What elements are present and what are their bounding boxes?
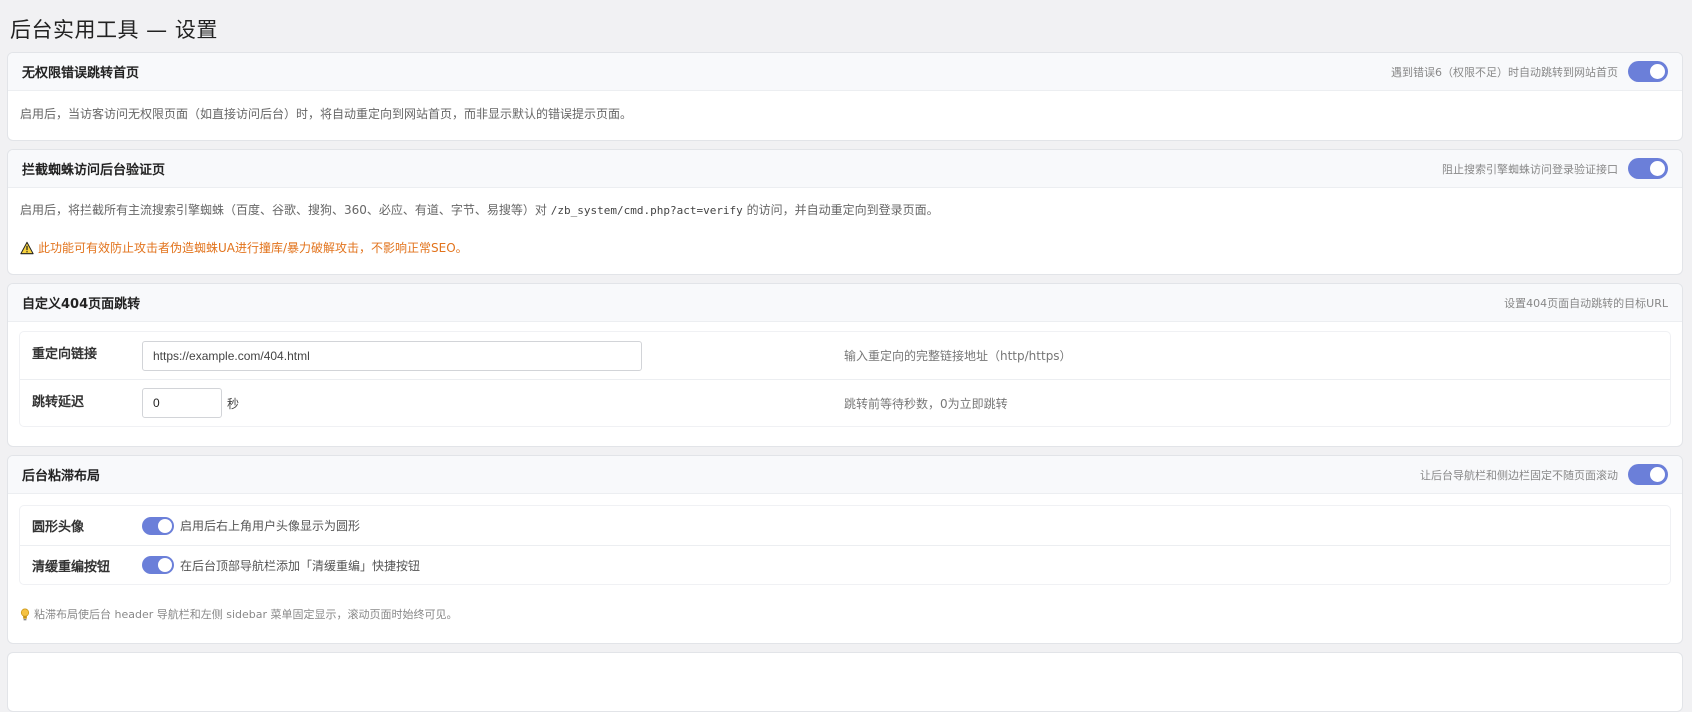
option-label: 圆形头像 bbox=[32, 520, 85, 535]
sticky-layout-toggle[interactable] bbox=[1628, 464, 1668, 485]
card-sticky-layout: 后台粘滞布局 让后台导航栏和侧边栏固定不随页面滚动 圆形头像 启用后右上角用户头… bbox=[7, 455, 1683, 644]
card-header: 拦截蜘蛛访问后台验证页 阻止搜索引擎蜘蛛访问登录验证接口 bbox=[8, 150, 1682, 188]
field-help: 输入重定向的完整链接地址（http/https） bbox=[844, 349, 1072, 363]
sticky-layout-tip: 粘滞布局使后台 header 导航栏和左侧 sidebar 菜单固定显示，滚动页… bbox=[20, 606, 1670, 622]
card-hint: 让后台导航栏和侧边栏固定不随页面滚动 bbox=[1420, 468, 1618, 482]
option-row-cache-button: 清缓重编按钮 在后台顶部导航栏添加「清缓重编」快捷按钮 bbox=[20, 546, 1670, 584]
redirect-delay-input[interactable] bbox=[142, 388, 222, 418]
field-label: 跳转延迟 bbox=[32, 394, 85, 410]
card-title: 自定义404页面跳转 bbox=[22, 297, 141, 312]
delay-unit: 秒 bbox=[227, 396, 240, 411]
card-title: 拦截蜘蛛访问后台验证页 bbox=[22, 163, 166, 178]
field-control: 秒 bbox=[142, 388, 844, 418]
noperm-redirect-toggle[interactable] bbox=[1628, 61, 1668, 82]
card-body: 启用后，当访客访问无权限页面（如直接访问后台）时，将自动重定向到网站首页，而非显… bbox=[8, 91, 1682, 136]
card-body: 重定向链接 输入重定向的完整链接地址（http/https） 跳转延迟 秒 跳转… bbox=[8, 322, 1682, 436]
card-body: 圆形头像 启用后右上角用户头像显示为圆形 清缓重编按钮 在后台顶部导航栏添加「清… bbox=[8, 494, 1682, 634]
card-header-right: 遇到错误6（权限不足）时自动跳转到网站首页 bbox=[1391, 61, 1668, 82]
form-row-delay: 跳转延迟 秒 跳转前等待秒数，0为立即跳转 bbox=[20, 380, 1670, 426]
option-row-round-avatar: 圆形头像 启用后右上角用户头像显示为圆形 bbox=[20, 506, 1670, 546]
round-avatar-toggle[interactable] bbox=[142, 516, 174, 535]
card-header-right: 阻止搜索引擎蜘蛛访问登录验证接口 bbox=[1442, 158, 1668, 179]
field-label: 重定向链接 bbox=[32, 347, 98, 362]
card-header-right: 设置404页面自动跳转的目标URL bbox=[1504, 295, 1668, 311]
option-description: 在后台顶部导航栏添加「清缓重编」快捷按钮 bbox=[180, 558, 421, 573]
card-hint: 设置404页面自动跳转的目标URL bbox=[1504, 296, 1668, 310]
page-title: 后台实用工具 — 设置 bbox=[10, 18, 218, 42]
warning-text: 此功能可有效防止攻击者伪造蜘蛛UA进行撞库/暴力破解攻击，不影响正常SEO。 bbox=[38, 241, 468, 255]
warning-icon bbox=[20, 241, 34, 254]
card-header: 无权限错误跳转首页 遇到错误6（权限不足）时自动跳转到网站首页 bbox=[8, 53, 1682, 91]
card-body: 启用后，将拦截所有主流搜索引擎蜘蛛（百度、谷歌、搜狗、360、必应、有道、字节、… bbox=[8, 188, 1682, 268]
card-title: 无权限错误跳转首页 bbox=[22, 66, 140, 81]
spider-block-toggle[interactable] bbox=[1628, 158, 1668, 179]
form-row-url: 重定向链接 输入重定向的完整链接地址（http/https） bbox=[20, 332, 1670, 380]
card-header-right: 让后台导航栏和侧边栏固定不随页面滚动 bbox=[1420, 464, 1668, 485]
card-noperm-redirect: 无权限错误跳转首页 遇到错误6（权限不足）时自动跳转到网站首页 启用后，当访客访… bbox=[7, 52, 1683, 141]
form-panel: 重定向链接 输入重定向的完整链接地址（http/https） 跳转延迟 秒 跳转… bbox=[20, 332, 1670, 426]
card-hint: 遇到错误6（权限不足）时自动跳转到网站首页 bbox=[1391, 65, 1618, 79]
option-control: 启用后右上角用户头像显示为圆形 bbox=[142, 516, 844, 535]
verify-endpoint-path: /zb_system/cmd.php?act=verify bbox=[550, 204, 743, 217]
option-label: 清缓重编按钮 bbox=[32, 559, 111, 575]
card-404-redirect: 自定义404页面跳转 设置404页面自动跳转的目标URL 重定向链接 输入重定向… bbox=[7, 283, 1683, 447]
redirect-url-input[interactable] bbox=[142, 340, 642, 371]
card-hint: 阻止搜索引擎蜘蛛访问登录验证接口 bbox=[1442, 162, 1618, 176]
card-next-partial bbox=[7, 652, 1683, 712]
card-header: 自定义404页面跳转 设置404页面自动跳转的目标URL bbox=[8, 284, 1682, 322]
card-spider-block: 拦截蜘蛛访问后台验证页 阻止搜索引擎蜘蛛访问登录验证接口 启用后，将拦截所有主流… bbox=[7, 149, 1683, 275]
card-title: 后台粘滞布局 bbox=[22, 469, 101, 484]
cache-rebuild-button-toggle[interactable] bbox=[142, 556, 174, 574]
desc-after: 的访问，并自动重定向到登录页面。 bbox=[746, 203, 939, 217]
lightbulb-icon bbox=[20, 608, 30, 620]
options-panel: 圆形头像 启用后右上角用户头像显示为圆形 清缓重编按钮 在后台顶部导航栏添加「清… bbox=[20, 506, 1670, 584]
field-help: 跳转前等待秒数，0为立即跳转 bbox=[844, 396, 1008, 411]
tip-text: 粘滞布局使后台 header 导航栏和左侧 sidebar 菜单固定显示，滚动页… bbox=[34, 608, 458, 621]
desc-before: 启用后，将拦截所有主流搜索引擎蜘蛛（百度、谷歌、搜狗、360、必应、有道、字节、… bbox=[20, 203, 547, 217]
field-control bbox=[142, 340, 844, 371]
option-control: 在后台顶部导航栏添加「清缓重编」快捷按钮 bbox=[142, 556, 844, 574]
card-description: 启用后，当访客访问无权限页面（如直接访问后台）时，将自动重定向到网站首页，而非显… bbox=[20, 107, 633, 121]
card-description: 启用后，将拦截所有主流搜索引擎蜘蛛（百度、谷歌、搜狗、360、必应、有道、字节、… bbox=[20, 200, 1670, 221]
card-header: 后台粘滞布局 让后台导航栏和侧边栏固定不随页面滚动 bbox=[8, 456, 1682, 494]
warning-message: 此功能可有效防止攻击者伪造蜘蛛UA进行撞库/暴力破解攻击，不影响正常SEO。 bbox=[20, 239, 1670, 256]
option-description: 启用后右上角用户头像显示为圆形 bbox=[180, 519, 361, 533]
